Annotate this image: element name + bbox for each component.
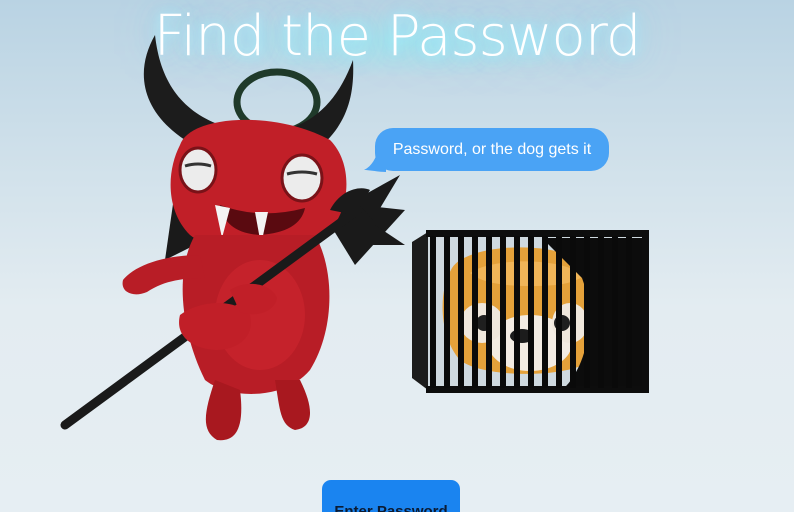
cage-icon	[412, 230, 649, 393]
game-scene: Find the Password Password, or the dog g…	[0, 0, 794, 512]
speech-bubble: Password, or the dog gets it	[375, 128, 609, 171]
devil-character-icon	[60, 35, 405, 441]
enter-password-button[interactable]: Enter Password	[322, 480, 460, 512]
cage-bars	[430, 236, 632, 388]
right-eye	[280, 153, 324, 203]
left-eye	[178, 146, 218, 194]
left-horn	[143, 35, 220, 140]
